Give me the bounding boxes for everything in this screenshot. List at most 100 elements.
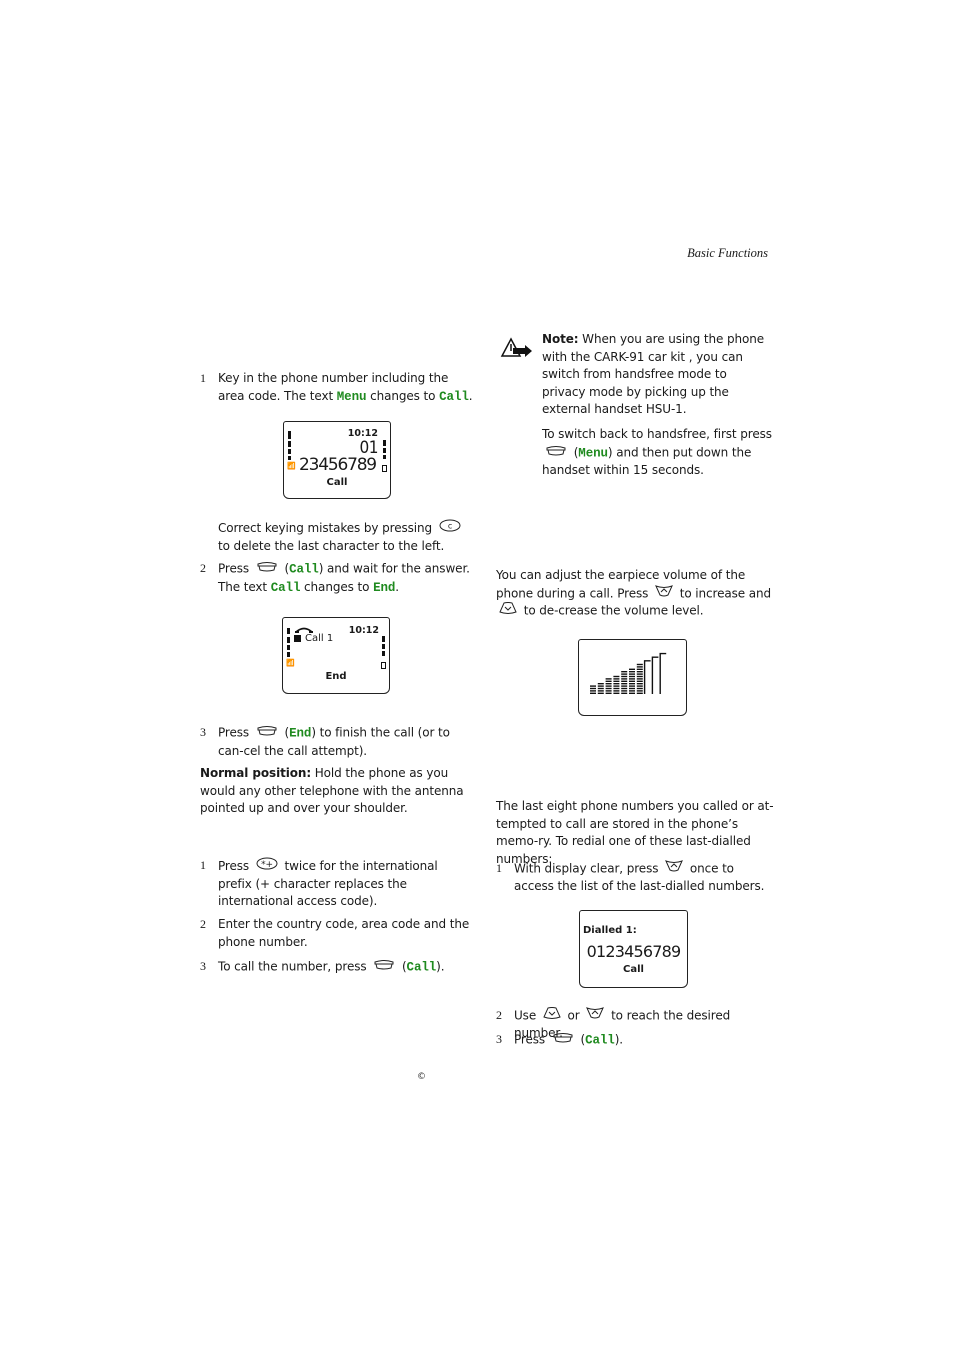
car-kit-note-handsfree: To switch back to handsfree, first press… bbox=[542, 426, 772, 480]
step-text: . bbox=[468, 388, 473, 403]
signal-bar bbox=[287, 637, 290, 643]
volume-bar bbox=[643, 660, 651, 694]
volume-paragraph: You can adjust the earpiece volume of th… bbox=[496, 567, 774, 620]
step-text: Press bbox=[514, 1032, 549, 1047]
volume-level-indicator bbox=[590, 652, 667, 694]
softkey-label-end: End bbox=[289, 726, 312, 741]
step-number: 2 bbox=[496, 1008, 502, 1022]
signal-bar bbox=[288, 441, 291, 447]
step-text: Press bbox=[218, 561, 253, 576]
softkey-label-end: End bbox=[373, 580, 396, 595]
step-text: Enter the country code, area code and th… bbox=[218, 917, 470, 949]
car-kit-note: Note: When you are using the phone with … bbox=[542, 331, 772, 419]
battery-icon bbox=[382, 465, 387, 472]
step-number: 3 bbox=[200, 725, 206, 739]
step-number: 1 bbox=[200, 371, 206, 385]
volume-bar bbox=[597, 683, 604, 694]
scroll-up-key-icon bbox=[655, 584, 673, 603]
volume-bar bbox=[651, 656, 659, 694]
battery-icon bbox=[381, 662, 386, 669]
volume-bar bbox=[613, 675, 620, 694]
step-text: To call the number, press bbox=[218, 959, 371, 974]
step-text: changes to bbox=[300, 579, 374, 594]
step-text: or bbox=[563, 1008, 584, 1023]
antenna-icon: 📶 bbox=[287, 462, 296, 470]
display-softkey: Call bbox=[326, 477, 348, 488]
step-text: ( bbox=[280, 561, 290, 576]
battery-bar bbox=[383, 440, 386, 446]
scroll-up-key-icon bbox=[665, 860, 684, 878]
phone-display-in-call: 📶 10:12 Call 1 End bbox=[282, 617, 390, 694]
clear-key-icon: c bbox=[439, 519, 461, 538]
volume-bar bbox=[636, 663, 643, 694]
step-text: ). bbox=[436, 959, 445, 974]
step-text: ). bbox=[614, 1032, 623, 1047]
scroll-down-key-icon bbox=[543, 1007, 561, 1025]
normal-position-label: Normal position: bbox=[200, 766, 312, 780]
call-indicator-icon bbox=[294, 635, 301, 642]
battery-bar bbox=[382, 636, 385, 642]
warning-note-icon bbox=[499, 335, 533, 362]
step-number: 2 bbox=[200, 917, 206, 931]
softkey-label-call: Call bbox=[289, 562, 319, 577]
phone-display-volume bbox=[578, 639, 687, 716]
note-text: to delete the last character to the left… bbox=[218, 538, 445, 553]
battery-bar bbox=[382, 644, 385, 649]
softkey-label-call: Call bbox=[585, 1033, 615, 1048]
softkey-label-call: Call bbox=[270, 580, 301, 595]
star-key-icon: *+ bbox=[256, 857, 278, 876]
step-text: Use bbox=[514, 1008, 540, 1023]
signal-bar bbox=[287, 628, 290, 634]
step-number: 3 bbox=[200, 959, 206, 973]
signal-bar bbox=[287, 652, 290, 657]
signal-bar bbox=[288, 431, 291, 439]
running-header: Basic Functions bbox=[687, 246, 768, 260]
step-number: 1 bbox=[200, 858, 206, 872]
volume-bar bbox=[590, 685, 596, 694]
volume-text: to de-crease the volume level. bbox=[520, 603, 704, 618]
display-line-1: Call 1 bbox=[305, 633, 334, 644]
step-text: ( bbox=[280, 725, 290, 740]
signal-bar bbox=[288, 456, 291, 460]
softkey-label-menu: Menu bbox=[336, 389, 367, 404]
volume-bar bbox=[605, 678, 612, 694]
battery-bar bbox=[383, 455, 386, 459]
softkey-label-menu: Menu bbox=[578, 445, 608, 460]
signal-bar bbox=[287, 645, 290, 650]
display-number: 0123456789 bbox=[586, 942, 682, 961]
display-softkey: Call bbox=[623, 964, 644, 975]
step-text: Press bbox=[218, 725, 253, 740]
signal-bar bbox=[288, 449, 291, 454]
softkey-label-call: Call bbox=[439, 389, 469, 404]
scroll-down-key-icon bbox=[499, 602, 517, 620]
selection-key-icon bbox=[373, 958, 395, 976]
phone-display-dialled-list: Dialled 1: 0123456789 Call bbox=[579, 910, 688, 988]
step-text: ( bbox=[398, 959, 407, 974]
selection-key-icon bbox=[545, 444, 567, 462]
clock: 10:12 bbox=[348, 625, 379, 636]
selection-key-icon bbox=[256, 560, 278, 578]
correct-mistakes-note: Correct keying mistakes by pressing c to… bbox=[218, 519, 478, 555]
selection-key-icon bbox=[256, 724, 278, 742]
volume-bar bbox=[659, 652, 667, 694]
softkey-label-call: Call bbox=[406, 960, 437, 975]
step-number: 3 bbox=[496, 1032, 502, 1046]
step-text: ( bbox=[576, 1032, 586, 1047]
normal-position-paragraph: Normal position: Hold the phone as you w… bbox=[200, 765, 475, 818]
note-text: To switch back to handsfree, first press bbox=[542, 427, 772, 441]
note-label: Note: bbox=[542, 332, 579, 346]
svg-text:*+: *+ bbox=[261, 860, 273, 870]
volume-bar bbox=[629, 668, 635, 694]
phone-display-dialing: 📶 10:12 01 23456789 Call bbox=[283, 421, 391, 499]
redial-intro: The last eight phone numbers you called … bbox=[496, 799, 774, 866]
step-number: 1 bbox=[496, 861, 502, 875]
volume-text: to increase and bbox=[676, 585, 772, 600]
step-text: . bbox=[395, 579, 399, 594]
display-title: Dialled 1: bbox=[583, 925, 637, 936]
battery-bar bbox=[383, 448, 386, 453]
selection-key-icon bbox=[552, 1031, 574, 1049]
antenna-icon: 📶 bbox=[286, 659, 295, 667]
display-line-2: 23456789 bbox=[299, 455, 377, 475]
svg-text:c: c bbox=[448, 522, 452, 531]
step-text: With display clear, press bbox=[514, 861, 663, 876]
